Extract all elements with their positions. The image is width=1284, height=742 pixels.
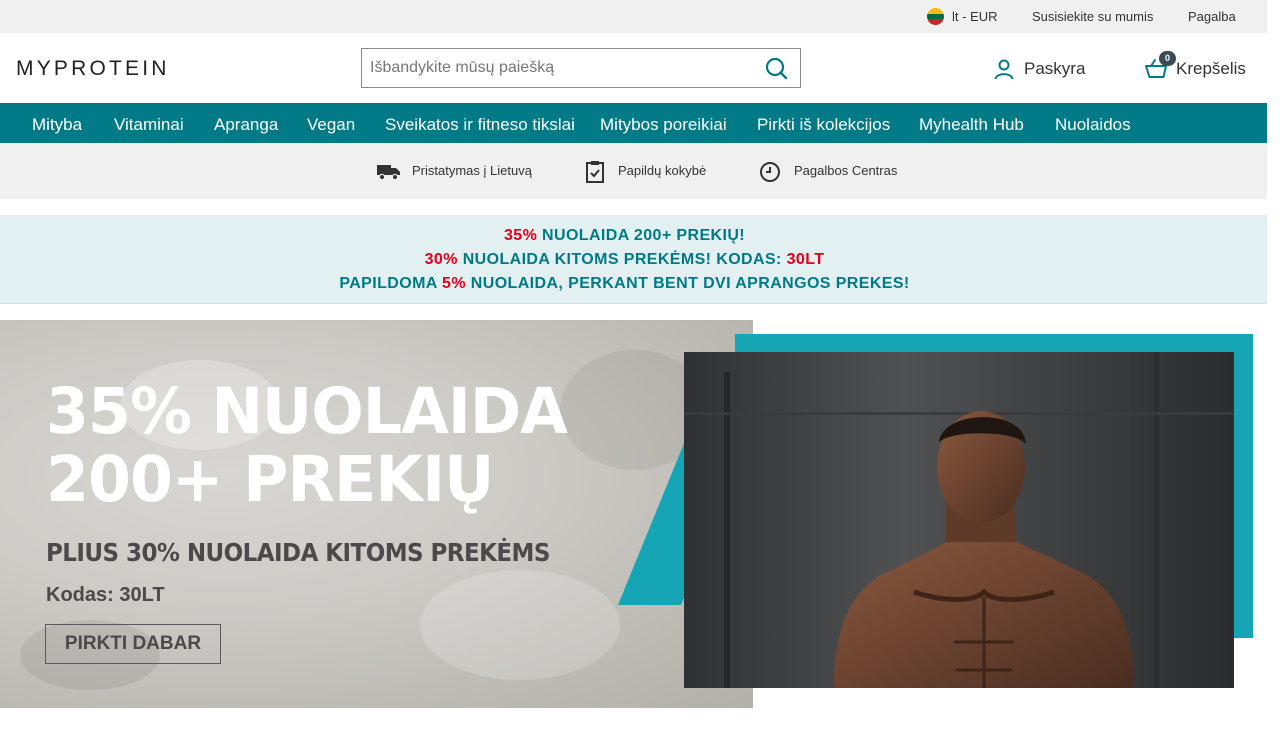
search-button[interactable]: [756, 49, 800, 87]
clock-icon: [760, 162, 780, 182]
nav-item-mityba[interactable]: Mityba: [32, 115, 82, 135]
promo-discount-5: 5%: [442, 275, 466, 292]
utility-bar: lt - EUR Susisiekite su mumis Pagalba: [0, 0, 1267, 33]
nav-item-vegan[interactable]: Vegan: [307, 115, 355, 135]
myprotein-logo[interactable]: MYPROTEIN: [16, 57, 170, 81]
basket-count-badge: 0: [1159, 51, 1176, 66]
usp-quality-label: Papildų kokybė: [618, 163, 707, 178]
nav-item-dietary-needs[interactable]: Mitybos poreikiai: [600, 115, 727, 135]
search-input[interactable]: [362, 49, 752, 87]
promo-discount-30: 30%: [424, 251, 458, 268]
nav-item-vitaminai[interactable]: Vitaminai: [114, 115, 184, 135]
promo-banner-strip[interactable]: 35% NUOLAIDA 200+ PREKIŲ! 30% NUOLAIDA K…: [0, 215, 1267, 304]
lithuania-flag-icon[interactable]: [927, 8, 944, 25]
promo-discount-35: 35%: [503, 227, 538, 244]
search-box: [361, 48, 801, 88]
promo-line-1-text: NUOLAIDA 200+ PREKIŲ!: [537, 227, 746, 244]
athlete-illustration: [684, 352, 1234, 688]
usp-bar: Pristatymas į Lietuvą Papildų kokybė Pag…: [0, 143, 1267, 199]
nav-item-offers[interactable]: Nuolaidos: [1055, 115, 1131, 135]
teal-slash-graphic: [618, 436, 750, 605]
basket-label: Krepšelis: [1176, 59, 1246, 78]
promo-line-3-start: PAPILDOMA: [339, 275, 443, 292]
nav-item-apranga[interactable]: Apranga: [214, 115, 278, 135]
locale-selector[interactable]: lt - EUR: [952, 9, 998, 24]
nav-item-myhealth-hub[interactable]: Myhealth Hub: [919, 115, 1024, 135]
promo-line-3-text: NUOLAIDA, PERKANT BENT DVI APRANGOS PREK…: [465, 275, 910, 292]
promo-line-1: 35% NUOLAIDA 200+ PREKIŲ!: [0, 227, 1249, 245]
usp-delivery-label: Pristatymas į Lietuvą: [412, 163, 532, 178]
athlete-photo: [684, 352, 1234, 688]
nav-item-health-goals[interactable]: Sveikatos ir fitneso tikslai: [385, 115, 575, 135]
delivery-truck-icon: [377, 165, 400, 181]
account-label: Paskyra: [1024, 59, 1086, 78]
hero-banner[interactable]: 35% NUOLAIDA 200+ PREKIŲ PLIUS 30% NUOLA…: [0, 320, 1267, 708]
usp-help-centre-label: Pagalbos Centras: [794, 163, 898, 178]
promo-code: 30LT: [786, 251, 825, 268]
promo-line-2-text: NUOLAIDA KITOMS PREKĖMS! KODAS:: [457, 251, 787, 268]
promo-line-2: 30% NUOLAIDA KITOMS PREKĖMS! KODAS: 30LT: [0, 251, 1249, 269]
search-icon: [765, 57, 788, 80]
site-header: MYPROTEIN Paskyra 0 Krepšelis: [0, 33, 1267, 103]
help-link[interactable]: Pagalba: [1188, 9, 1236, 24]
clipboard-check-icon: [586, 161, 604, 183]
user-icon: [994, 59, 1014, 80]
main-navigation: Mityba Vitaminai Apranga Vegan Sveikatos…: [0, 103, 1267, 143]
contact-link[interactable]: Susisiekite su mumis: [1032, 9, 1153, 24]
nav-item-collections[interactable]: Pirkti iš kolekcijos: [757, 115, 890, 135]
promo-line-3: PAPILDOMA 5% NUOLAIDA, PERKANT BENT DVI …: [0, 275, 1249, 293]
